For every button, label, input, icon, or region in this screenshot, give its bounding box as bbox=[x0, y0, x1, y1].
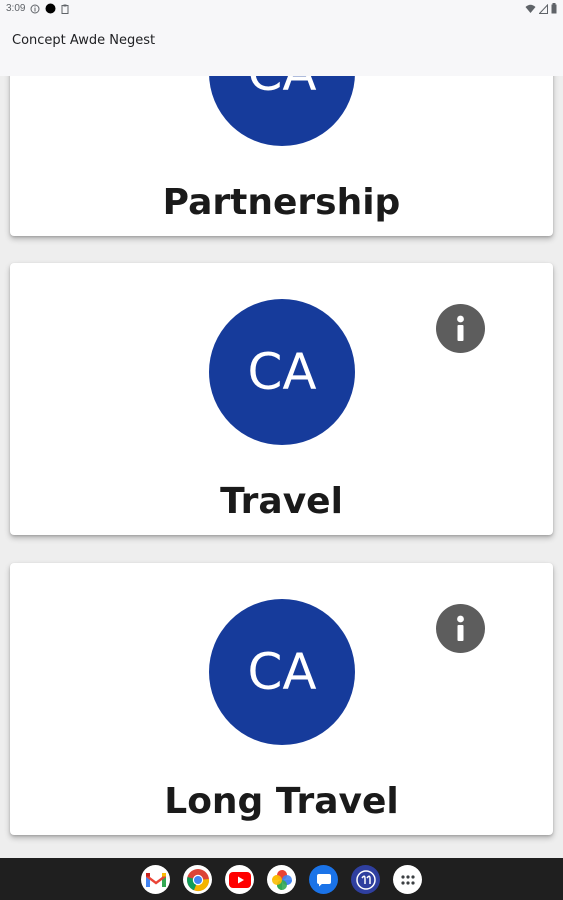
app-bar: Concept Awde Negest bbox=[0, 20, 563, 76]
card-long-travel[interactable]: CA Long Travel bbox=[10, 563, 553, 835]
dock bbox=[141, 865, 422, 894]
info-button[interactable] bbox=[436, 304, 485, 353]
clipboard-icon bbox=[61, 4, 69, 14]
app-title: Concept Awde Negest bbox=[12, 33, 156, 48]
status-time: 3:09 bbox=[6, 3, 26, 14]
signal-icon bbox=[539, 3, 548, 14]
card-title: Travel bbox=[220, 481, 343, 522]
taskbar bbox=[0, 858, 563, 900]
info-icon bbox=[457, 315, 464, 341]
wifi-icon bbox=[525, 4, 536, 13]
avatar-initials: CA bbox=[247, 343, 317, 401]
avatar: CA bbox=[209, 299, 355, 445]
info-button[interactable] bbox=[436, 604, 485, 653]
dot-icon bbox=[45, 3, 56, 14]
photos-icon[interactable] bbox=[267, 865, 296, 894]
card-travel[interactable]: CA Travel bbox=[10, 263, 553, 535]
gmail-icon[interactable] bbox=[141, 865, 170, 894]
card-title: Long Travel bbox=[164, 781, 399, 822]
chrome-icon[interactable] bbox=[183, 865, 212, 894]
card-title: Partnership bbox=[162, 182, 401, 223]
youtube-icon[interactable] bbox=[225, 865, 254, 894]
app-drawer-icon[interactable] bbox=[393, 865, 422, 894]
info-icon bbox=[30, 4, 40, 13]
avatar: CA bbox=[209, 599, 355, 745]
app-icon[interactable] bbox=[351, 865, 380, 894]
messages-icon[interactable] bbox=[309, 865, 338, 894]
avatar-initials: CA bbox=[247, 643, 317, 701]
info-icon bbox=[457, 615, 464, 641]
battery-icon bbox=[551, 3, 557, 14]
card-list[interactable]: CA Partnership CA Travel CA Long Travel bbox=[0, 0, 563, 858]
status-bar: 3:09 bbox=[0, 0, 563, 20]
